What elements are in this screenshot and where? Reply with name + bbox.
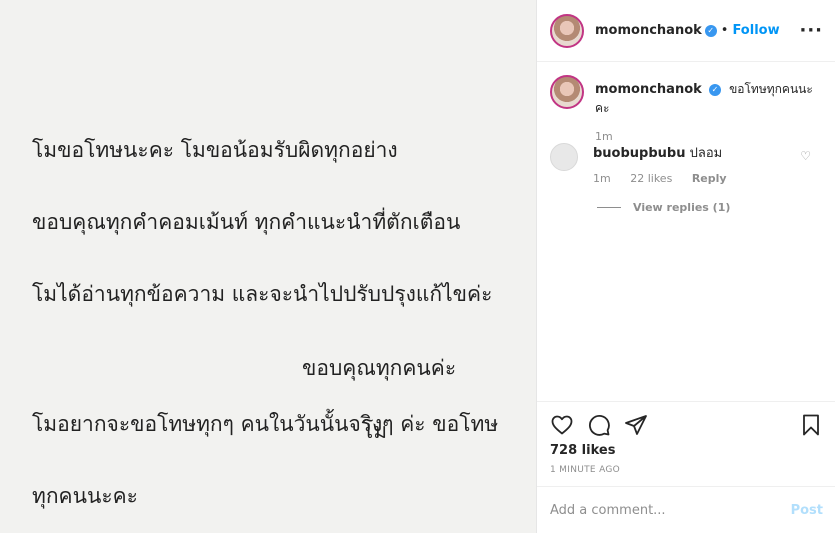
- instagram-post: โมขอโทษนะคะ โมขอน้อมรับผิดทุกอย่าง ขอบคุ…: [0, 0, 835, 533]
- image-text-line: โมขอโทษนะคะ โมขอน้อมรับผิดทุกอย่าง: [32, 138, 398, 162]
- caption-avatar[interactable]: [550, 75, 584, 109]
- caption-body: momonchanok ✓ ขอโทษทุกคนนะคะ 1m: [595, 74, 823, 143]
- post-caption: momonchanok ✓ ขอโทษทุกคนนะคะ 1m: [550, 74, 823, 143]
- reply-button[interactable]: Reply: [692, 172, 727, 185]
- image-text-line: ขอบคุณทุกคำคอมเม้นท์ ทุกคำแนะนำที่ตักเตื…: [32, 210, 461, 234]
- verified-badge-icon: ✓: [708, 83, 721, 96]
- add-comment-bar: Post: [537, 486, 835, 533]
- image-text-line: ทุกคนนะคะ: [32, 484, 138, 508]
- action-bar: [537, 402, 835, 440]
- image-thanks-line: ขอบคุณทุกคนค่ะ: [302, 356, 457, 380]
- comment-time[interactable]: 1m: [593, 172, 611, 185]
- image-text-line: โมอยากจะขอโทษทุกๆ คนในวันนั้นจริงๆ ค่ะ ข…: [32, 412, 499, 436]
- caption-time[interactable]: 1m: [595, 130, 823, 143]
- more-options-icon[interactable]: ···: [799, 20, 823, 41]
- like-heart-icon[interactable]: [550, 413, 574, 437]
- commenter-avatar[interactable]: [550, 143, 578, 171]
- comment-body: buobupbubu ปลอม 1m 22 likes Reply: [593, 143, 823, 185]
- comment-bubble-icon[interactable]: [587, 413, 611, 437]
- comment-text: ปลอม: [689, 146, 723, 161]
- post-sidebar: momonchanok ✓ • Follow ··· momonchanok ✓…: [537, 0, 835, 533]
- comment-likes[interactable]: 22 likes: [630, 172, 672, 185]
- save-bookmark-icon[interactable]: [799, 413, 823, 437]
- comment-meta: 1m 22 likes Reply: [593, 172, 823, 185]
- post-header: momonchanok ✓ • Follow ···: [537, 0, 835, 62]
- image-signature: โม: [362, 419, 388, 443]
- caption-line: momonchanok ✓ ขอโทษทุกคนนะคะ: [595, 80, 823, 118]
- post-image-text: โมขอโทษนะคะ โมขอน้อมรับผิดทุกอย่าง ขอบคุ…: [32, 96, 498, 533]
- post-actions-section: 728 likes 1 MINUTE AGO: [537, 401, 835, 475]
- share-paper-plane-icon[interactable]: [624, 413, 648, 437]
- author-username[interactable]: momonchanok: [595, 23, 702, 38]
- replies-divider-line: [597, 207, 621, 208]
- likes-count[interactable]: 728 likes: [537, 440, 835, 458]
- image-text-line: โมได้อ่านทุกข้อความ และจะนำไปปรับปรุงแก้…: [32, 282, 493, 306]
- verified-badge-icon: ✓: [704, 24, 717, 37]
- comment-input[interactable]: [550, 502, 791, 518]
- view-replies-button[interactable]: View replies (1): [597, 201, 730, 214]
- author-avatar[interactable]: [550, 13, 584, 48]
- follow-button[interactable]: Follow: [732, 23, 779, 38]
- caption-username[interactable]: momonchanok: [595, 82, 702, 97]
- post-image[interactable]: โมขอโทษนะคะ โมขอน้อมรับผิดทุกอย่าง ขอบคุ…: [0, 0, 537, 533]
- comment-item: buobupbubu ปลอม 1m 22 likes Reply ♡: [550, 143, 823, 185]
- comment-line: buobupbubu ปลอม: [593, 145, 823, 163]
- commenter-username[interactable]: buobupbubu: [593, 146, 685, 161]
- separator-dot: •: [720, 23, 729, 38]
- comment-like-heart-icon[interactable]: ♡: [800, 149, 811, 163]
- view-replies-label: View replies (1): [633, 201, 731, 214]
- post-timestamp[interactable]: 1 MINUTE AGO: [537, 458, 835, 475]
- post-comment-button[interactable]: Post: [791, 503, 823, 518]
